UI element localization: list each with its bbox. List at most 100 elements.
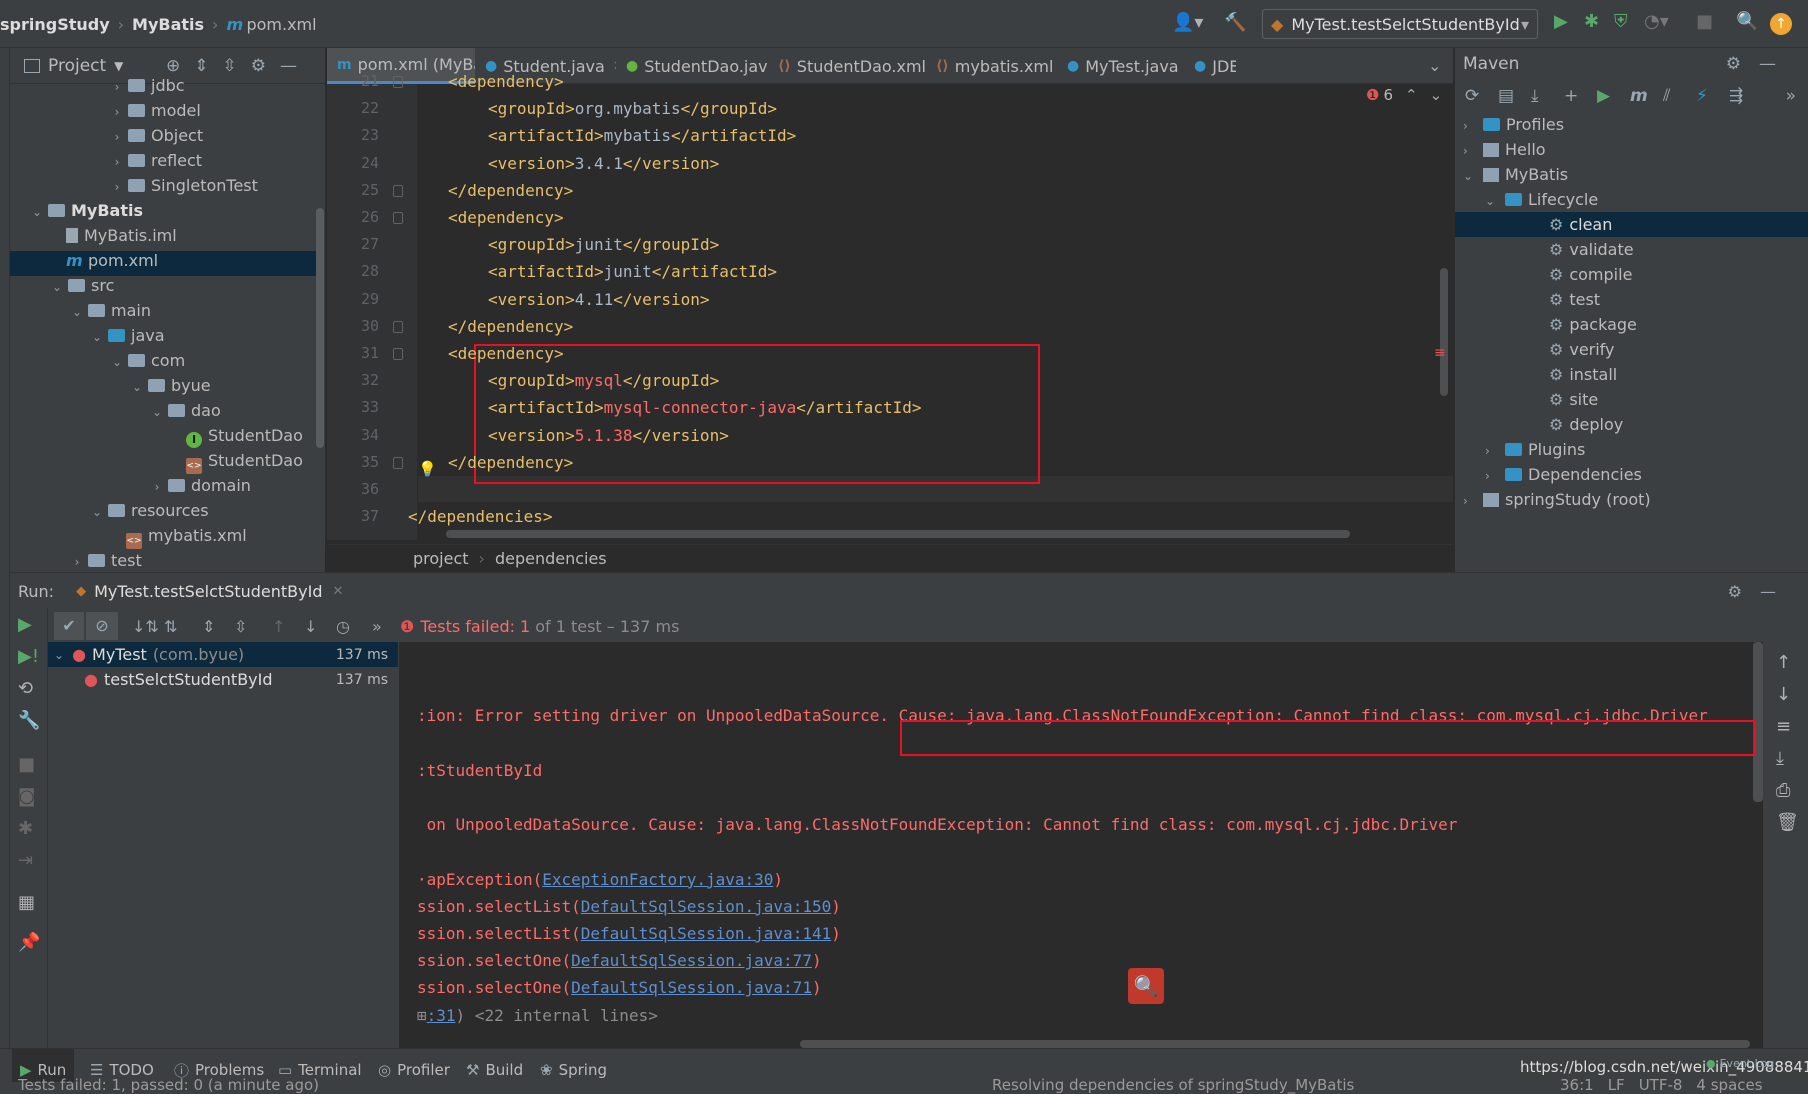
minimize-icon[interactable]: —: [280, 56, 311, 76]
rerun-icon[interactable]: ▶: [18, 614, 32, 635]
project-tree-item[interactable]: ⌄ dao: [10, 401, 316, 426]
editor-tab[interactable]: ⟨⟩mybatis.xml✕: [926, 48, 1057, 84]
more-icon[interactable]: »: [1786, 86, 1796, 106]
stacktrace-link[interactable]: :31: [427, 1006, 456, 1025]
update-icon[interactable]: ↑: [1770, 13, 1792, 35]
stacktrace-link[interactable]: DefaultSqlSession.java:77: [571, 951, 812, 970]
debug-icon[interactable]: ✱: [1584, 11, 1599, 32]
profile-icon[interactable]: ◔▾: [1644, 11, 1669, 32]
more-icon[interactable]: »: [372, 617, 396, 636]
project-tree-item[interactable]: m pom.xml: [10, 251, 316, 276]
status-message[interactable]: Tests failed: 1, passed: 0 (a minute ago…: [18, 1076, 319, 1094]
maven-tree-item[interactable]: › Profiles: [1455, 112, 1808, 137]
chevron-down-icon[interactable]: ⌄: [130, 380, 144, 394]
sort-alpha-icon[interactable]: ↓⇅: [132, 617, 164, 636]
exit-icon[interactable]: ⇥: [18, 850, 33, 871]
maven-tree-item[interactable]: › Dependencies: [1455, 462, 1808, 487]
maven-tree-item[interactable]: › Hello: [1455, 137, 1808, 162]
inspection-widget[interactable]: ❶ 6 ⌃ ⌄: [1366, 84, 1442, 106]
chevron-down-icon[interactable]: ⌄: [54, 648, 64, 662]
fold-icon[interactable]: [393, 212, 403, 224]
scroll-up-icon[interactable]: ↑: [1776, 652, 1791, 673]
chevron-right-icon[interactable]: ›: [1485, 439, 1501, 464]
project-tree-item[interactable]: ⌄ resources: [10, 501, 316, 526]
toggle-auto-test-icon[interactable]: ⟲: [18, 678, 33, 699]
gear-icon[interactable]: ⚙: [1726, 54, 1759, 74]
skip-tests-icon[interactable]: ⚡: [1696, 86, 1729, 106]
project-tree-item[interactable]: I StudentDao: [10, 426, 316, 451]
chevron-right-icon[interactable]: ›: [1463, 489, 1479, 514]
fold-icon[interactable]: [393, 184, 403, 197]
maven-tree-item[interactable]: › springStudy (root): [1455, 487, 1808, 512]
history-icon[interactable]: ◷: [336, 617, 368, 636]
project-tree-item[interactable]: › Object: [10, 126, 316, 151]
maven-tree-item[interactable]: › Plugins: [1455, 437, 1808, 462]
editor-tab[interactable]: ⟨⟩StudentDao.xml✕: [768, 48, 926, 84]
maven-goal[interactable]: ⚙ verify: [1455, 337, 1808, 362]
project-tree-item[interactable]: ⌄ java: [10, 326, 316, 351]
camera-icon[interactable]: ◙: [18, 786, 35, 807]
project-panel-title[interactable]: Project: [48, 56, 106, 76]
project-tree-item[interactable]: ⌄ MyBatis: [10, 201, 316, 226]
maven-goal[interactable]: ⚙ validate: [1455, 237, 1808, 262]
collapse-all-icon[interactable]: ⇳: [234, 617, 266, 636]
editor-scrollbar[interactable]: [1440, 268, 1448, 396]
editor-tab[interactable]: ●MyTest.java✕: [1057, 48, 1184, 84]
stop-icon[interactable]: ■: [18, 754, 35, 775]
gear-icon[interactable]: ⚙: [251, 56, 280, 76]
chevron-right-icon[interactable]: ›: [1463, 114, 1479, 139]
project-tree-item[interactable]: › domain: [10, 476, 316, 501]
scroll-down-icon[interactable]: ↓: [1776, 684, 1791, 705]
gear-icon[interactable]: ⚙: [1728, 582, 1760, 601]
expand-all-icon[interactable]: ⇕: [194, 56, 222, 76]
project-tree-item[interactable]: ⌄ byue: [10, 376, 316, 401]
layout-icon[interactable]: ▦: [18, 892, 35, 913]
project-tree-item[interactable]: <> mybatis.xml: [10, 526, 316, 551]
indent-setting[interactable]: 4 spaces: [1696, 1076, 1762, 1094]
coverage-icon[interactable]: ⛨: [1614, 11, 1628, 32]
scrollbar[interactable]: [316, 208, 324, 448]
test-tree-item[interactable]: ● testSelctStudentById 137 ms: [48, 667, 398, 692]
horizontal-scrollbar[interactable]: [446, 530, 1350, 538]
search-icon[interactable]: 🔍: [1736, 11, 1758, 32]
chevron-right-icon[interactable]: ›: [110, 105, 124, 119]
bug-icon[interactable]: ✱: [18, 818, 33, 839]
breadcrumb-file[interactable]: pom.xml: [246, 15, 316, 34]
add-icon[interactable]: +: [1564, 86, 1597, 106]
show-passed-icon[interactable]: ✔: [54, 612, 84, 640]
chevron-right-icon[interactable]: ›: [1485, 464, 1501, 489]
trash-icon[interactable]: 🗑: [1776, 812, 1799, 833]
show-dependencies-icon[interactable]: ⇶: [1729, 86, 1762, 106]
toggle-offline-icon[interactable]: ⫽: [1663, 86, 1696, 106]
event-log[interactable]: ● Event Log: [1706, 1054, 1774, 1072]
chevron-right-icon[interactable]: ›: [110, 155, 124, 169]
fold-icon[interactable]: [393, 320, 403, 333]
project-tree-item[interactable]: › reflect: [10, 151, 316, 176]
breadcrumb-project[interactable]: springStudy: [0, 15, 110, 34]
background-task[interactable]: Resolving dependencies of springStudy_My…: [992, 1076, 1354, 1094]
locate-icon[interactable]: ⊕: [166, 56, 194, 76]
maven-goal[interactable]: ⚙ compile: [1455, 262, 1808, 287]
file-encoding[interactable]: UTF-8: [1639, 1076, 1683, 1094]
stacktrace-link[interactable]: DefaultSqlSession.java:141: [581, 924, 831, 943]
fold-icon[interactable]: [393, 348, 403, 360]
sort-duration-icon[interactable]: ⇅: [164, 617, 196, 636]
download-icon[interactable]: ⤓: [1531, 86, 1564, 106]
chevron-down-icon[interactable]: ⌄: [150, 405, 164, 419]
breadcrumb-module[interactable]: MyBatis: [132, 15, 204, 34]
rerun-failed-icon[interactable]: ▶!: [18, 646, 39, 667]
project-tree-item[interactable]: ⌄ src: [10, 276, 316, 301]
previous-failed-icon[interactable]: ↑: [272, 617, 304, 636]
maven-goal[interactable]: ⚙ test: [1455, 287, 1808, 312]
chevron-down-icon[interactable]: ⌄: [90, 330, 104, 344]
chevron-right-icon[interactable]: ›: [110, 180, 124, 194]
project-tree-item[interactable]: › test: [10, 551, 316, 572]
chevron-right-icon[interactable]: ›: [110, 80, 124, 94]
search-overlay-icon[interactable]: 🔍: [1128, 968, 1164, 1004]
maven-goal[interactable]: ⚙ clean: [1455, 212, 1808, 237]
chevron-down-icon[interactable]: ⌄: [90, 505, 104, 519]
stacktrace-link[interactable]: DefaultSqlSession.java:150: [581, 897, 831, 916]
project-tree-item[interactable]: › jdbc: [10, 76, 316, 101]
maven-goal[interactable]: ⚙ deploy: [1455, 412, 1808, 437]
chevron-down-icon[interactable]: ▼: [114, 59, 123, 73]
